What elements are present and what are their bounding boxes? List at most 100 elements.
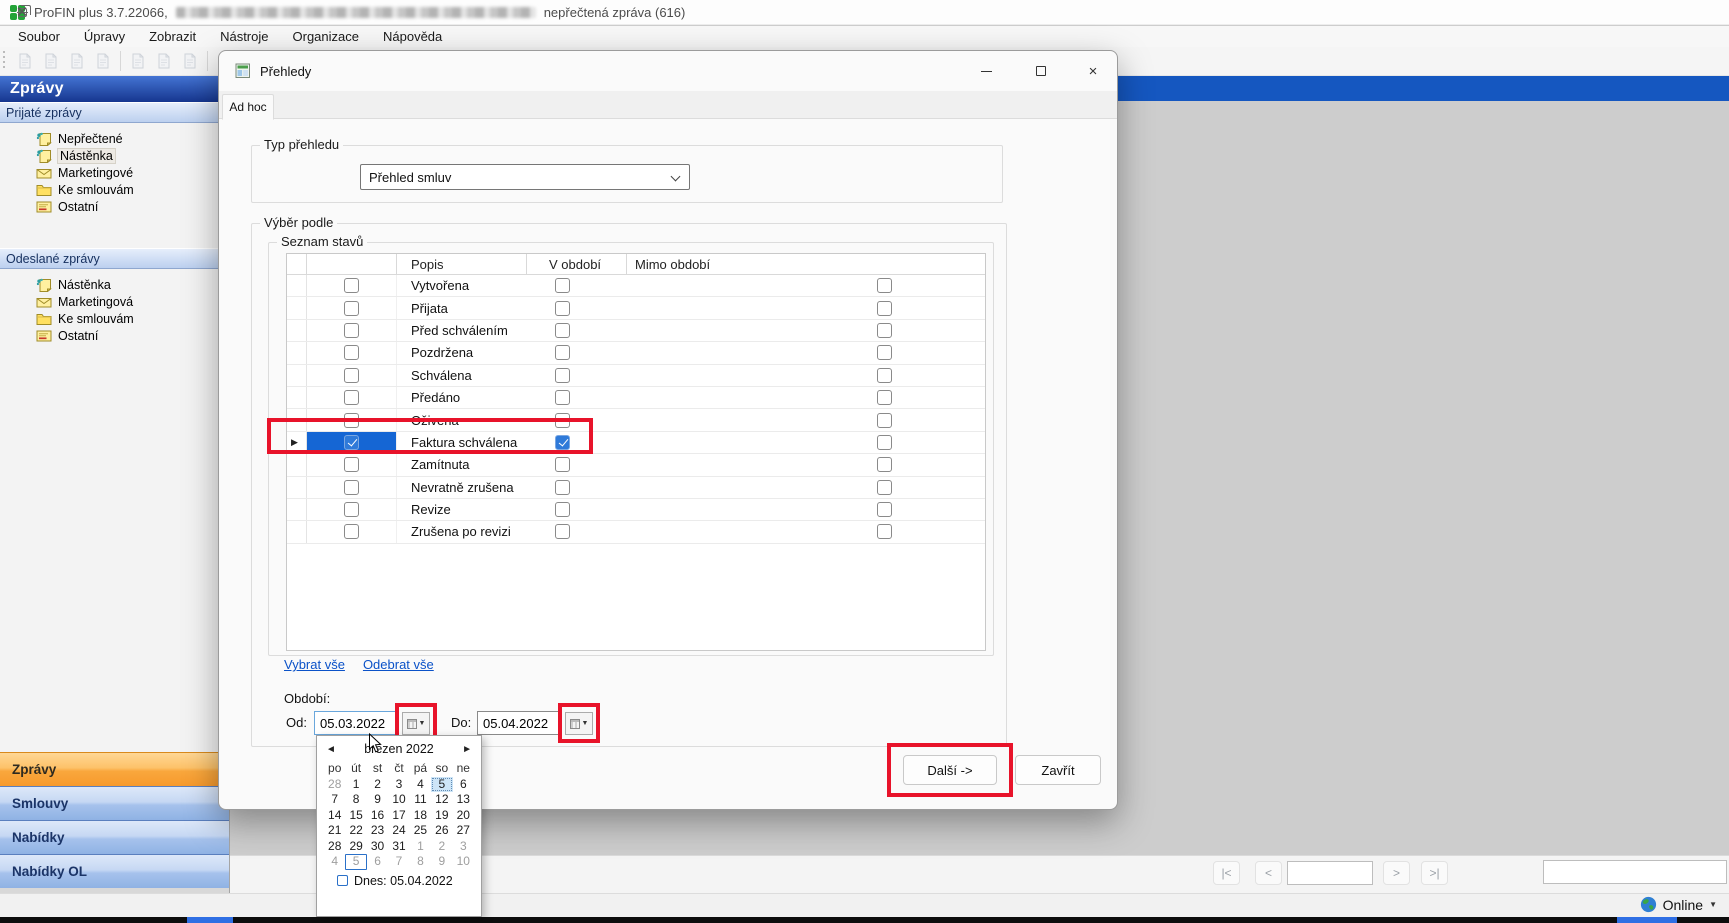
row-select-cell[interactable]: [307, 521, 397, 542]
next-button[interactable]: Další ->: [903, 755, 997, 785]
mimo-obdobi-cell[interactable]: [627, 432, 985, 453]
row-checkbox[interactable]: [344, 413, 359, 428]
row-select-cell[interactable]: [307, 499, 397, 520]
row-select-cell[interactable]: [307, 297, 397, 318]
online-status-dropdown[interactable]: Online ▼: [1640, 896, 1717, 913]
mimo-obdobi-checkbox[interactable]: [877, 323, 892, 338]
mimo-obdobi-checkbox[interactable]: [877, 368, 892, 383]
calendar-prev-icon[interactable]: ◄: [326, 744, 340, 755]
calendar-day[interactable]: 14: [324, 808, 345, 824]
toolbar-icon[interactable]: [90, 49, 116, 73]
v-obdobi-checkbox[interactable]: [555, 301, 570, 316]
row-checkbox[interactable]: [344, 457, 359, 472]
row-checkbox[interactable]: [344, 323, 359, 338]
v-obdobi-cell[interactable]: [527, 342, 627, 363]
v-obdobi-cell[interactable]: [527, 521, 627, 542]
v-obdobi-checkbox[interactable]: [555, 435, 570, 450]
row-checkbox[interactable]: [344, 368, 359, 383]
calendar-day[interactable]: 28: [324, 839, 345, 855]
menu-item-soubor[interactable]: Soubor: [6, 26, 72, 47]
calendar-day[interactable]: 2: [431, 839, 452, 855]
calendar-day[interactable]: 20: [453, 808, 474, 824]
nav-button-smlouvy[interactable]: Smlouvy: [0, 786, 229, 820]
v-obdobi-cell[interactable]: [527, 365, 627, 386]
v-obdobi-checkbox[interactable]: [555, 278, 570, 293]
deselect-all-link[interactable]: Odebrat vše: [363, 657, 434, 672]
calendar-day[interactable]: 13: [453, 792, 474, 808]
sidebar-item-marketingove[interactable]: Marketingové: [0, 164, 229, 181]
calendar-day[interactable]: 9: [367, 792, 388, 808]
calendar-day[interactable]: 7: [388, 854, 409, 870]
row-checkbox[interactable]: [344, 301, 359, 316]
calendar-day[interactable]: 25: [410, 823, 431, 839]
calendar-day[interactable]: 6: [453, 777, 474, 793]
sidebar-item-ke-smlouvam[interactable]: Ke smlouvám: [0, 181, 229, 198]
table-row[interactable]: Předáno: [287, 387, 985, 409]
last-record-button[interactable]: >|: [1421, 861, 1448, 885]
table-row[interactable]: ▶Faktura schválena: [287, 432, 985, 454]
v-obdobi-checkbox[interactable]: [555, 524, 570, 539]
menu-item-napoveda[interactable]: Nápověda: [371, 26, 454, 47]
v-obdobi-cell[interactable]: [527, 477, 627, 498]
calendar-day[interactable]: 28: [324, 777, 345, 793]
dialog-maximize-icon[interactable]: [1026, 56, 1056, 86]
calendar-day[interactable]: 5: [431, 777, 452, 793]
select-all-link[interactable]: Vybrat vše: [284, 657, 345, 672]
v-obdobi-checkbox[interactable]: [555, 390, 570, 405]
sidebar-item-ke-smlouvam[interactable]: Ke smlouvám: [0, 310, 229, 327]
calendar-day[interactable]: 10: [453, 854, 474, 870]
sidebar-item-ostatni[interactable]: Ostatní: [0, 198, 229, 215]
calendar-day[interactable]: 4: [410, 777, 431, 793]
table-row[interactable]: Oživena: [287, 409, 985, 431]
nav-button-nabidky[interactable]: Nabídky: [0, 820, 229, 854]
mimo-obdobi-cell[interactable]: [627, 477, 985, 498]
calendar-day[interactable]: 22: [345, 823, 366, 839]
toolbar-icon[interactable]: [38, 49, 64, 73]
previous-record-button[interactable]: <: [1255, 861, 1282, 885]
v-obdobi-checkbox[interactable]: [555, 457, 570, 472]
calendar-day[interactable]: 17: [388, 808, 409, 824]
mimo-obdobi-checkbox[interactable]: [877, 301, 892, 316]
calendar-day[interactable]: 26: [431, 823, 452, 839]
mimo-obdobi-cell[interactable]: [627, 387, 985, 408]
table-row[interactable]: Zamítnuta: [287, 454, 985, 476]
calendar-day[interactable]: 11: [410, 792, 431, 808]
v-obdobi-checkbox[interactable]: [555, 480, 570, 495]
column-header-v-obdobi[interactable]: V období: [527, 254, 627, 274]
table-row[interactable]: Revize: [287, 499, 985, 521]
toolbar-icon[interactable]: [12, 49, 38, 73]
mimo-obdobi-cell[interactable]: [627, 521, 985, 542]
sidebar-item-neprectene[interactable]: Nepřečtené: [0, 130, 229, 147]
calendar-day[interactable]: 27: [453, 823, 474, 839]
v-obdobi-cell[interactable]: [527, 409, 627, 430]
v-obdobi-checkbox[interactable]: [555, 323, 570, 338]
row-checkbox[interactable]: [344, 390, 359, 405]
column-header-mimo-obdobi[interactable]: Mimo období: [627, 254, 985, 274]
calendar-day[interactable]: 3: [388, 777, 409, 793]
v-obdobi-cell[interactable]: [527, 387, 627, 408]
mimo-obdobi-cell[interactable]: [627, 409, 985, 430]
table-row[interactable]: Před schválením: [287, 320, 985, 342]
mimo-obdobi-cell[interactable]: [627, 499, 985, 520]
row-checkbox[interactable]: [344, 524, 359, 539]
calendar-day[interactable]: 2: [367, 777, 388, 793]
mimo-obdobi-cell[interactable]: [627, 454, 985, 475]
record-position-input[interactable]: [1287, 861, 1373, 885]
row-select-cell[interactable]: [307, 409, 397, 430]
calendar-day[interactable]: 31: [388, 839, 409, 855]
calendar-day[interactable]: 9: [431, 854, 452, 870]
v-obdobi-cell[interactable]: [527, 297, 627, 318]
calendar-day[interactable]: 5: [345, 854, 366, 870]
table-row[interactable]: Zrušena po revizi: [287, 521, 985, 543]
menu-item-zobrazit[interactable]: Zobrazit: [137, 26, 208, 47]
calendar-day[interactable]: 19: [431, 808, 452, 824]
calendar-day[interactable]: 21: [324, 823, 345, 839]
calendar-day[interactable]: 6: [367, 854, 388, 870]
v-obdobi-cell[interactable]: [527, 499, 627, 520]
row-select-cell[interactable]: [307, 387, 397, 408]
dialog-minimize-icon[interactable]: [971, 56, 1001, 86]
table-row[interactable]: Nevratně zrušena: [287, 477, 985, 499]
mimo-obdobi-checkbox[interactable]: [877, 524, 892, 539]
calendar-day[interactable]: 24: [388, 823, 409, 839]
mimo-obdobi-checkbox[interactable]: [877, 502, 892, 517]
